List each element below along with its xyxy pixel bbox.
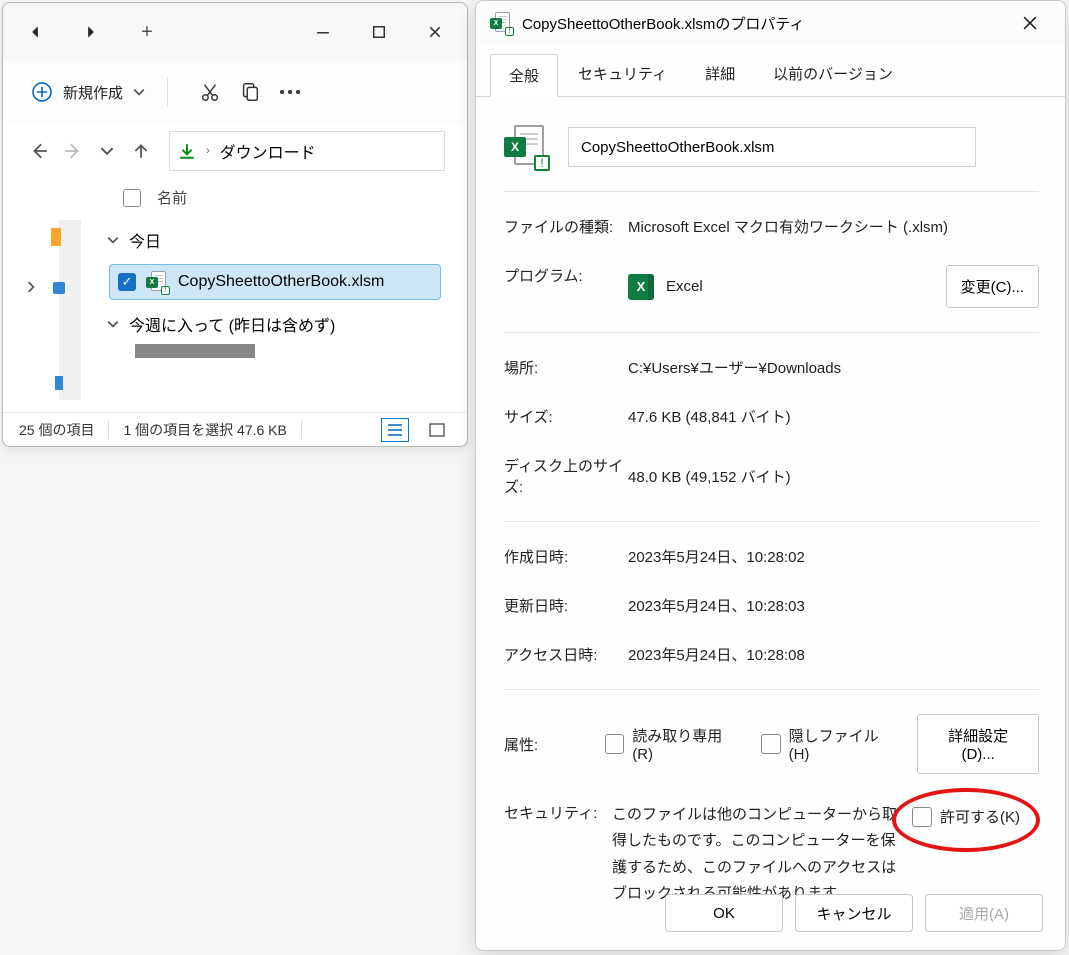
address-bar[interactable]: › ダウンロード — [169, 131, 445, 171]
dialog-titlebar: X! CopySheettoOtherBook.xlsmのプロパティ — [476, 1, 1065, 45]
file-name: CopySheettoOtherBook.xlsm — [178, 273, 384, 291]
explorer-toolbar: 新規作成 — [3, 61, 467, 123]
nav-forward-icon[interactable] — [63, 10, 119, 54]
nav-sidebar — [3, 220, 91, 410]
apply-button[interactable]: 適用(A) — [925, 894, 1043, 932]
back-arrow[interactable] — [25, 137, 53, 165]
label-created: 作成日時: — [504, 546, 628, 567]
hidden-label: 隠しファイル(H) — [789, 725, 898, 763]
explorer-titlebar: + — [3, 3, 467, 61]
readonly-label: 読み取り専用(R) — [632, 725, 741, 763]
filename-input[interactable] — [568, 127, 976, 167]
new-button[interactable]: 新規作成 — [31, 81, 145, 103]
tab-previous-versions[interactable]: 以前のバージョン — [755, 53, 911, 96]
icons-view-button[interactable] — [423, 418, 451, 442]
home-icon[interactable] — [51, 228, 61, 246]
maximize-button[interactable] — [351, 10, 407, 54]
onedrive-icon[interactable] — [53, 282, 65, 294]
value-disk-size: 48.0 KB (49,152 バイト) — [628, 455, 1039, 497]
unblock-checkbox[interactable]: 許可する(K) — [912, 806, 1020, 827]
tab-details[interactable]: 詳細 — [687, 53, 753, 96]
redacted-item — [135, 344, 255, 358]
excel-app-icon: X — [628, 274, 654, 300]
new-label: 新規作成 — [63, 82, 123, 103]
breadcrumb-text: ダウンロード — [220, 139, 316, 163]
explorer-window: + 新規作成 › ダウンロード — [2, 2, 468, 447]
label-disk-size: ディスク上のサイズ: — [504, 455, 628, 497]
label-program: プログラム: — [504, 265, 628, 308]
tab-strip: 全般 セキュリティ 詳細 以前のバージョン — [476, 53, 1065, 97]
forward-arrow[interactable] — [59, 137, 87, 165]
value-filetype: Microsoft Excel マクロ有効ワークシート (.xlsm) — [628, 216, 1039, 237]
ellipsis-icon — [279, 89, 301, 95]
hidden-checkbox[interactable]: 隠しファイル(H) — [761, 725, 897, 763]
recent-dropdown[interactable] — [93, 137, 121, 165]
column-name[interactable]: 名前 — [157, 187, 187, 208]
file-list: 今日 X! CopySheettoOtherBook.xlsm 今週に入って (… — [91, 220, 467, 410]
explorer-body: 今日 X! CopySheettoOtherBook.xlsm 今週に入って (… — [3, 220, 467, 410]
selection-info: 1 個の項目を選択 47.6 KB — [123, 420, 286, 440]
cut-button[interactable] — [190, 72, 230, 112]
crumb-separator: › — [206, 145, 210, 157]
group-today[interactable]: 今日 — [107, 220, 467, 260]
xlsm-file-icon: X! — [146, 271, 168, 293]
nav-back-icon[interactable] — [7, 10, 63, 54]
group-week[interactable]: 今週に入って (昨日は含めず) — [107, 304, 467, 344]
security-text: このファイルは他のコンピューターから取得したものです。このコンピューターを保護す… — [612, 802, 900, 907]
value-created: 2023年5月24日、10:28:02 — [628, 546, 1039, 567]
chevron-down-icon — [133, 86, 145, 98]
label-attributes: 属性: — [504, 734, 585, 755]
file-checkbox[interactable] — [118, 273, 136, 291]
value-program: Excel — [666, 278, 703, 295]
value-modified: 2023年5月24日、10:28:03 — [628, 595, 1039, 616]
tab-security[interactable]: セキュリティ — [560, 53, 685, 96]
new-tab-button[interactable]: + — [119, 10, 175, 54]
copy-icon — [239, 81, 261, 103]
select-all-checkbox[interactable] — [123, 189, 141, 207]
item-count: 25 個の項目 — [19, 420, 94, 440]
general-tab-panel: X! ファイルの種類: Microsoft Excel マクロ有効ワークシート … — [476, 97, 1065, 921]
ok-button[interactable]: OK — [665, 894, 783, 932]
status-bar: 25 個の項目 1 個の項目を選択 47.6 KB — [3, 412, 467, 446]
cancel-button[interactable]: キャンセル — [795, 894, 913, 932]
address-bar-row: › ダウンロード — [3, 123, 467, 179]
xlsm-file-icon: X! — [490, 12, 512, 34]
group-today-label: 今日 — [129, 228, 161, 252]
group-week-label: 今週に入って (昨日は含めず) — [129, 312, 335, 336]
pc-icon[interactable] — [55, 376, 63, 390]
value-accessed: 2023年5月24日、10:28:08 — [628, 644, 1039, 665]
unblock-label: 許可する(K) — [940, 806, 1020, 827]
file-item-selected[interactable]: X! CopySheettoOtherBook.xlsm — [109, 264, 441, 300]
scissors-icon — [199, 81, 221, 103]
label-accessed: アクセス日時: — [504, 644, 628, 665]
readonly-checkbox[interactable]: 読み取り専用(R) — [605, 725, 741, 763]
label-security: セキュリティ: — [504, 802, 600, 907]
label-location: 場所: — [504, 357, 628, 378]
value-size: 47.6 KB (48,841 バイト) — [628, 406, 1039, 427]
more-button[interactable] — [270, 72, 310, 112]
label-filetype: ファイルの種類: — [504, 216, 628, 237]
dialog-button-row: OK キャンセル 適用(A) — [665, 894, 1043, 932]
copy-button[interactable] — [230, 72, 270, 112]
plus-circle-icon — [31, 81, 53, 103]
value-location: C:¥Users¥ユーザー¥Downloads — [628, 357, 1039, 378]
dialog-title: CopySheettoOtherBook.xlsmのプロパティ — [522, 13, 1007, 34]
properties-dialog: X! CopySheettoOtherBook.xlsmのプロパティ 全般 セキ… — [475, 0, 1066, 951]
download-icon — [178, 142, 196, 160]
advanced-button[interactable]: 詳細設定(D)... — [917, 714, 1039, 774]
minimize-button[interactable] — [295, 10, 351, 54]
label-size: サイズ: — [504, 406, 628, 427]
details-view-button[interactable] — [381, 418, 409, 442]
close-button[interactable] — [1007, 5, 1053, 41]
column-header-row: 名前 — [3, 179, 467, 220]
xlsm-file-icon: X! — [504, 125, 548, 169]
expand-chevron[interactable] — [25, 280, 37, 298]
change-program-button[interactable]: 変更(C)... — [946, 265, 1039, 308]
close-button[interactable] — [407, 10, 463, 54]
up-arrow[interactable] — [127, 137, 155, 165]
tab-general[interactable]: 全般 — [490, 54, 558, 97]
label-modified: 更新日時: — [504, 595, 628, 616]
